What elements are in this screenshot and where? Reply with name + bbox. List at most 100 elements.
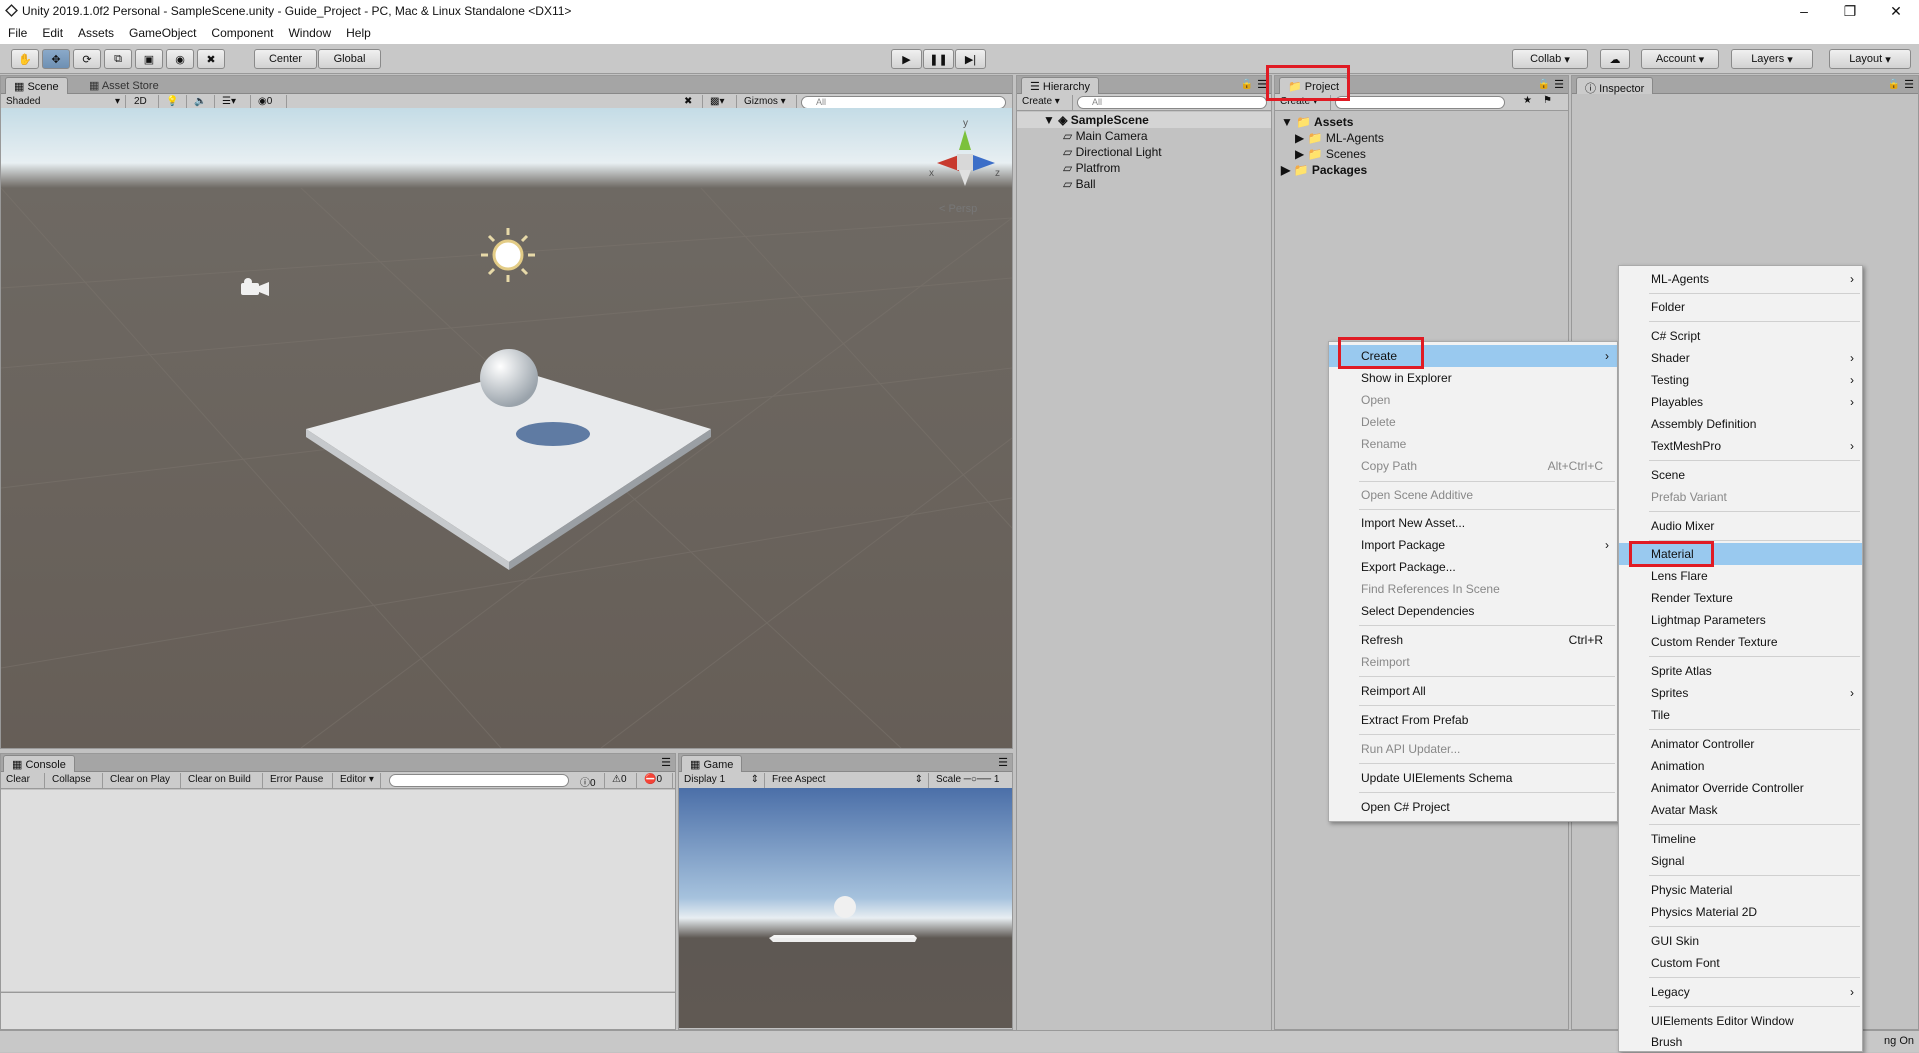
menu-gameobject[interactable]: GameObject [129, 26, 196, 40]
menu-item-shader[interactable]: Shader › [1619, 347, 1862, 369]
close-icon[interactable]: ✕ [1873, 0, 1919, 22]
menu-item-sprites[interactable]: Sprites › [1619, 682, 1862, 704]
folder-ml-agents[interactable]: ▶ 📁 ML-Agents [1295, 131, 1384, 145]
menu-item-physic-material[interactable]: Physic Material [1619, 879, 1862, 901]
minimize-icon[interactable]: – [1781, 0, 1827, 22]
menu-item-csharp-script[interactable]: C# Script [1619, 325, 1862, 347]
console-collapse-button[interactable]: Collapse [47, 773, 103, 788]
menu-item-show-in-explorer[interactable]: Show in Explorer [1329, 367, 1617, 389]
aspect-dropdown[interactable]: Free Aspect ⇕ [767, 773, 929, 788]
list-item[interactable]: ▱ Main Camera [1063, 129, 1148, 143]
menu-item-gui-skin[interactable]: GUI Skin [1619, 930, 1862, 952]
menu-item-lightmap-parameters[interactable]: Lightmap Parameters [1619, 609, 1862, 631]
pause-button[interactable]: ❚❚ [923, 49, 954, 69]
warning-count[interactable]: ⚠0 [607, 773, 637, 788]
menu-item-sprite-atlas[interactable]: Sprite Atlas [1619, 660, 1862, 682]
menu-item-signal[interactable]: Signal [1619, 850, 1862, 872]
menu-item-render-texture[interactable]: Render Texture [1619, 587, 1862, 609]
console-log-area[interactable] [1, 790, 675, 991]
cloud-icon[interactable]: ☁ [1600, 49, 1630, 69]
collab-dropdown[interactable]: Collab ▾ [1512, 49, 1588, 69]
scene-axis-gizmo[interactable] [937, 130, 995, 186]
menu-component[interactable]: Component [211, 26, 273, 40]
persp-label[interactable]: < Persp [939, 203, 977, 215]
tab-hierarchy[interactable]: ☰ Hierarchy [1021, 77, 1099, 94]
menu-item-reimport-all[interactable]: Reimport All [1329, 680, 1617, 702]
menu-item-folder[interactable]: Folder [1619, 296, 1862, 318]
lock-icon[interactable]: 🔒 [1888, 79, 1900, 90]
game-viewport[interactable] [679, 788, 1012, 1028]
menu-item-playables[interactable]: Playables › [1619, 391, 1862, 413]
menu-item-select-dependencies[interactable]: Select Dependencies [1329, 600, 1617, 622]
list-item[interactable]: ▱ Platfrom [1063, 161, 1120, 175]
ball[interactable] [480, 349, 538, 407]
custom-tool-icon[interactable]: ✖ [197, 49, 225, 69]
menu-item-testing[interactable]: Testing › [1619, 369, 1862, 391]
menu-file[interactable]: File [8, 26, 27, 40]
menu-item-refresh[interactable]: Refresh Ctrl+R [1329, 629, 1617, 651]
log-count[interactable]: ⓘ0 [575, 773, 605, 789]
menu-item-custom-font[interactable]: Custom Font [1619, 952, 1862, 974]
scale-tool-icon[interactable]: ⧉ [104, 49, 132, 69]
menu-item-update-uielements-schema[interactable]: Update UIElements Schema [1329, 767, 1617, 789]
account-dropdown[interactable]: Account ▾ [1641, 49, 1719, 69]
pivot-center-button[interactable]: Center [254, 49, 317, 69]
menu-item-custom-render-texture[interactable]: Custom Render Texture [1619, 631, 1862, 653]
menu-item-import-new-asset[interactable]: Import New Asset... [1329, 512, 1617, 534]
tab-scene[interactable]: ▦ Scene [5, 77, 68, 94]
project-search-input[interactable] [1335, 96, 1505, 109]
project-create-dropdown[interactable]: Create ▾ [1275, 95, 1331, 110]
menu-item-physics-material-2d[interactable]: Physics Material 2D [1619, 901, 1862, 923]
console-search-input[interactable] [389, 774, 569, 787]
clear-on-build-button[interactable]: Clear on Build [183, 773, 263, 788]
menu-item-animation[interactable]: Animation [1619, 755, 1862, 777]
menu-item-scene[interactable]: Scene [1619, 464, 1862, 486]
menu-item-open-csharp-project[interactable]: Open C# Project [1329, 796, 1617, 818]
scale-slider[interactable]: Scale ─○── 1 [931, 773, 1011, 788]
menu-item-uielements-editor-window[interactable]: UIElements Editor Window [1619, 1010, 1862, 1032]
error-pause-button[interactable]: Error Pause [265, 773, 333, 788]
menu-item-assembly-definition[interactable]: Assembly Definition [1619, 413, 1862, 435]
menu-item-lens-flare[interactable]: Lens Flare [1619, 565, 1862, 587]
menu-assets[interactable]: Assets [78, 26, 114, 40]
panel-menu-icon[interactable]: ☰ [1257, 78, 1267, 91]
folder-assets[interactable]: ▼ 📁 Assets [1281, 115, 1353, 129]
menu-help[interactable]: Help [346, 26, 371, 40]
filter-label-icon[interactable]: ⚑ [1543, 95, 1552, 106]
menu-item-export-package[interactable]: Export Package... [1329, 556, 1617, 578]
menu-item-create[interactable]: Create › [1329, 345, 1617, 367]
display-dropdown[interactable]: Display 1 ⇕ [679, 773, 765, 788]
camera-icon[interactable] [241, 278, 269, 296]
menu-edit[interactable]: Edit [42, 26, 63, 40]
panel-menu-icon[interactable]: ☰ [1554, 78, 1564, 91]
hand-tool-icon[interactable]: ✋ [11, 49, 39, 69]
menu-item-textmeshpro[interactable]: TextMeshPro › [1619, 435, 1862, 457]
panel-menu-icon[interactable]: ☰ [1904, 78, 1914, 91]
menu-item-import-package[interactable]: Import Package › [1329, 534, 1617, 556]
list-item[interactable]: ▱ Ball [1063, 177, 1096, 191]
menu-item-legacy[interactable]: Legacy › [1619, 981, 1862, 1003]
hierarchy-search-input[interactable]: All [1077, 96, 1267, 109]
menu-item-animator-controller[interactable]: Animator Controller [1619, 733, 1862, 755]
tab-game[interactable]: ▦ Game [681, 755, 743, 772]
panel-menu-icon[interactable]: ☰ [998, 756, 1008, 769]
lock-icon[interactable]: 🔒 [1241, 79, 1253, 90]
menu-item-animator-override-controller[interactable]: Animator Override Controller [1619, 777, 1862, 799]
clear-on-play-button[interactable]: Clear on Play [105, 773, 181, 788]
panel-menu-icon[interactable]: ☰ [661, 756, 671, 769]
tab-project[interactable]: 📁 Project [1279, 77, 1349, 94]
menu-item-ml-agents[interactable]: ML-Agents › [1619, 268, 1862, 290]
layers-dropdown[interactable]: Layers ▾ [1731, 49, 1813, 69]
error-count[interactable]: ⛔0 [639, 773, 673, 788]
hierarchy-create-dropdown[interactable]: Create ▾ [1017, 95, 1073, 110]
menu-item-avatar-mask[interactable]: Avatar Mask [1619, 799, 1862, 821]
folder-scenes[interactable]: ▶ 📁 Scenes [1295, 147, 1366, 161]
menu-item-extract-from-prefab[interactable]: Extract From Prefab [1329, 709, 1617, 731]
folder-packages[interactable]: ▶ 📁 Packages [1281, 163, 1367, 177]
menu-item-tile[interactable]: Tile [1619, 704, 1862, 726]
step-button[interactable]: ▶| [955, 49, 986, 69]
scene-root-item[interactable]: ▼ ◈ SampleScene [1043, 113, 1149, 127]
list-item[interactable]: ▱ Directional Light [1063, 145, 1162, 159]
pivot-global-button[interactable]: Global [318, 49, 381, 69]
sun-icon[interactable] [481, 228, 535, 282]
